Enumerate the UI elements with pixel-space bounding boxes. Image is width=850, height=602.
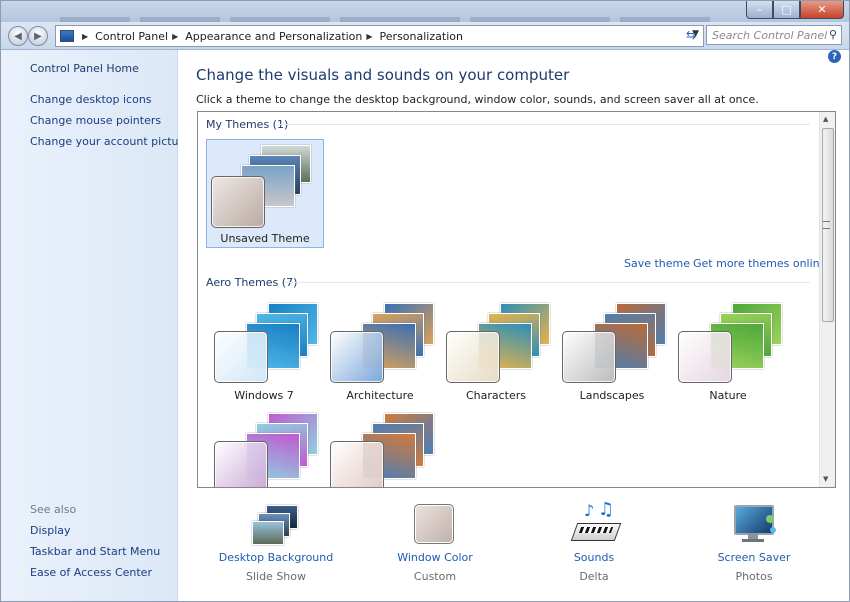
scroll-up-icon[interactable]: ▲ [823, 115, 828, 123]
window-color-swatch [330, 441, 384, 487]
desktop-background-link[interactable]: Desktop Background [218, 551, 334, 564]
forward-arrow-icon: ▶ [34, 30, 42, 42]
page-description: Click a theme to change the desktop back… [196, 93, 759, 106]
taskbar-start-menu-link[interactable]: Taskbar and Start Menu [30, 545, 160, 558]
search-input[interactable]: Search Control Panel ⚲ [706, 25, 842, 45]
desktop-background-value: Slide Show [245, 570, 307, 583]
display-link[interactable]: Display [30, 524, 71, 537]
ease-of-access-link[interactable]: Ease of Access Center [30, 566, 152, 579]
screen-saver-link[interactable]: Screen Saver [696, 551, 812, 564]
search-icon[interactable]: ⚲ [829, 28, 837, 41]
minimize-button[interactable]: – [746, 0, 773, 19]
left-navigation: Control Panel Home Change desktop icons … [0, 50, 190, 602]
help-button[interactable]: ? [828, 50, 841, 63]
address-row: ◀ ▶ ▶ Control Panel ▶ Appearance and Per… [0, 22, 850, 50]
window-color-value: Custom [413, 570, 457, 583]
close-button[interactable]: ✕ [800, 0, 844, 19]
see-also-label: See also [30, 503, 77, 516]
theme-unsaved[interactable]: Unsaved Theme [206, 139, 324, 248]
group-divider [284, 282, 810, 283]
theme-label: Landscapes [579, 389, 645, 402]
breadcrumb-item-control-panel[interactable]: Control Panel [95, 30, 168, 43]
window-controls: – □ ✕ [746, 0, 844, 19]
theme-tile[interactable]: Windows 7 [206, 297, 322, 407]
theme-tile[interactable]: Nature [670, 297, 786, 407]
window-color-swatch [562, 331, 616, 383]
theme-tile[interactable]: Architecture [322, 297, 438, 407]
window-color-swatch [330, 331, 384, 383]
window-color-swatch [446, 331, 500, 383]
theme-tile[interactable]: Landscapes [554, 297, 670, 407]
theme-tile[interactable] [322, 407, 438, 487]
refresh-button[interactable]: ⇆ [681, 26, 701, 44]
screen-saver-icon[interactable] [730, 503, 780, 545]
get-more-themes-link[interactable]: Get more themes online [693, 257, 826, 270]
chevron-right-icon[interactable]: ▶ [366, 32, 372, 41]
theme-list[interactable]: My Themes (1) Unsaved Theme Save theme G… [197, 111, 836, 488]
forward-button[interactable]: ▶ [28, 26, 48, 46]
theme-label: Characters [465, 389, 527, 402]
breadcrumb-item-personalization[interactable]: Personalization [380, 30, 463, 43]
group-divider [278, 124, 810, 125]
change-mouse-pointers-link[interactable]: Change mouse pointers [30, 114, 161, 127]
window-color-swatch [211, 176, 265, 228]
search-placeholder: Search Control Panel [712, 28, 828, 42]
breadcrumb: ▶ Control Panel ▶ Appearance and Persona… [78, 30, 463, 43]
control-panel-home-link[interactable]: Control Panel Home [30, 62, 139, 75]
sounds-value: Delta [579, 570, 609, 583]
change-account-picture-link[interactable]: Change your account picture [30, 135, 190, 148]
vertical-scrollbar[interactable]: ▲ ▼ [819, 112, 835, 487]
theme-tile[interactable] [206, 407, 322, 487]
address-bar[interactable]: ▶ Control Panel ▶ Appearance and Persona… [55, 25, 704, 47]
theme-label: Unsaved Theme [220, 232, 310, 245]
theme-tile[interactable]: Characters [438, 297, 554, 407]
theme-label: Nature [709, 389, 747, 402]
window-color-swatch [678, 331, 732, 383]
save-theme-link[interactable]: Save theme [624, 257, 690, 270]
title-bar: – □ ✕ [0, 0, 850, 23]
chevron-right-icon: ▶ [82, 31, 89, 41]
theme-label: Windows 7 [234, 389, 294, 402]
desktop-background-icon[interactable] [252, 505, 298, 545]
theme-label: Architecture [346, 389, 414, 402]
back-arrow-icon: ◀ [14, 30, 22, 42]
chevron-right-icon[interactable]: ▶ [172, 32, 178, 41]
change-desktop-icons-link[interactable]: Change desktop icons [30, 93, 152, 106]
my-themes-header: My Themes (1) [206, 118, 289, 131]
sounds-icon[interactable]: ♪ ♫ [570, 499, 622, 545]
control-panel-icon [60, 30, 74, 42]
window-color-swatch [214, 331, 268, 383]
back-button[interactable]: ◀ [8, 26, 28, 46]
window-color-link[interactable]: Window Color [377, 551, 493, 564]
scroll-grip-icon [823, 221, 830, 229]
help-icon: ? [831, 51, 838, 62]
scroll-down-icon[interactable]: ▼ [823, 475, 828, 483]
breadcrumb-item-appearance[interactable]: Appearance and Personalization [185, 30, 362, 43]
sounds-link[interactable]: Sounds [536, 551, 652, 564]
window-color-swatch [214, 441, 268, 487]
maximize-button[interactable]: □ [773, 0, 800, 19]
screen-saver-value: Photos [735, 570, 773, 583]
window-color-icon[interactable] [414, 504, 454, 544]
refresh-icon: ⇆ [685, 28, 697, 42]
page-title: Change the visuals and sounds on your co… [196, 66, 570, 84]
